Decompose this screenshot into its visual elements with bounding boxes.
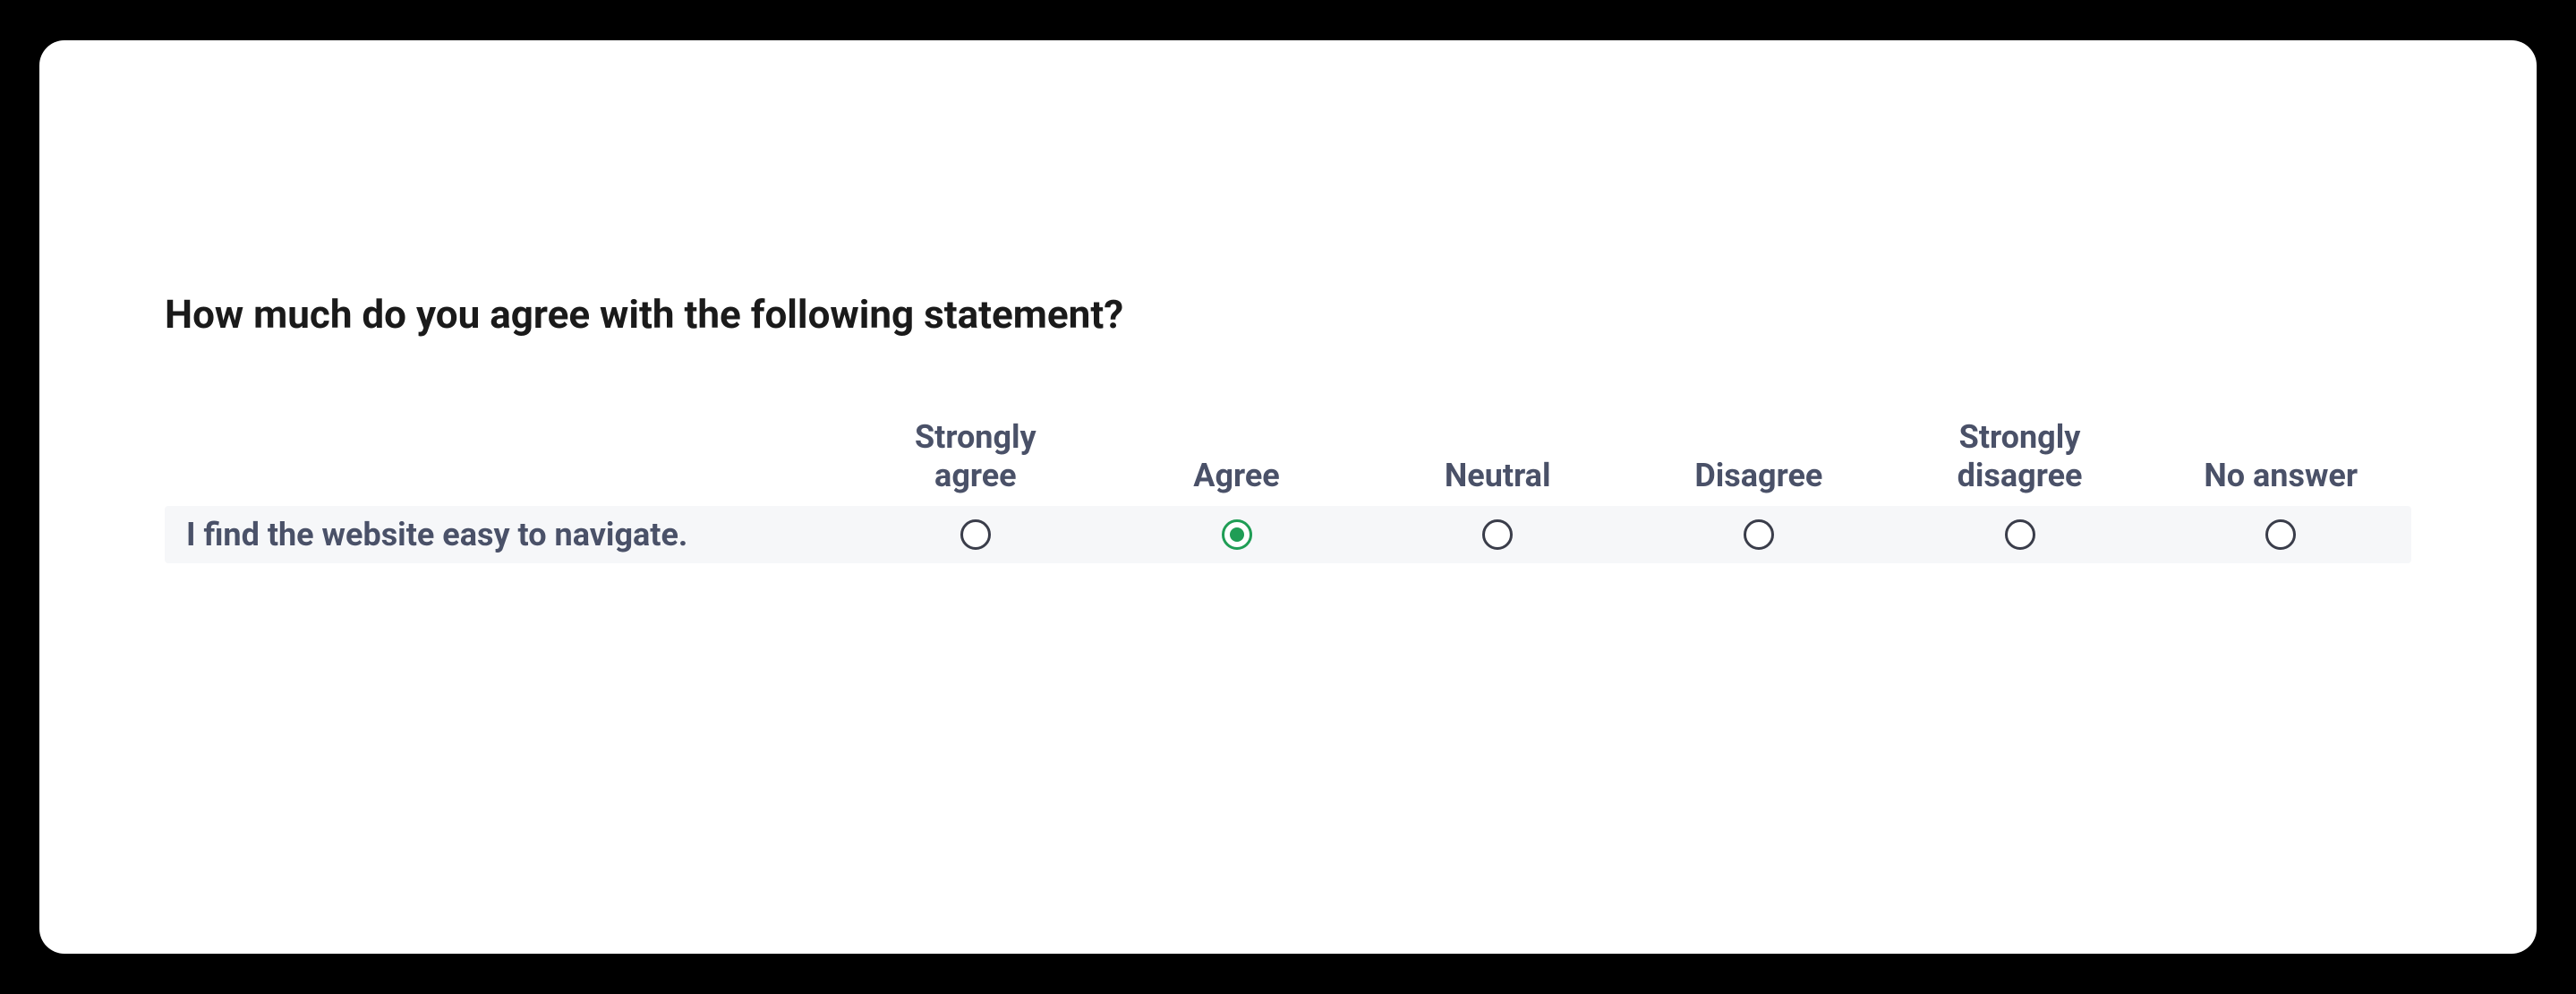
column-header-agree: Agree — [1106, 457, 1368, 495]
likert-matrix: Strongly agree Agree Neutral Disagree St… — [165, 418, 2411, 563]
matrix-row: I find the website easy to navigate. — [165, 506, 2411, 563]
column-header-disagree: Disagree — [1628, 457, 1889, 495]
radio-dot-icon — [1230, 527, 1244, 542]
column-header-label: Strongly agree — [845, 418, 1106, 495]
radio-strongly-disagree[interactable] — [2005, 519, 2035, 550]
radio-disagree[interactable] — [1744, 519, 1774, 550]
radio-strongly-agree[interactable] — [960, 519, 991, 550]
column-header-label: Strongly disagree — [1889, 418, 2151, 495]
radio-agree[interactable] — [1222, 519, 1252, 550]
column-header-neutral: Neutral — [1367, 457, 1628, 495]
column-header-label: No answer — [2150, 457, 2411, 495]
column-header-strongly-disagree: Strongly disagree — [1889, 418, 2151, 495]
column-header-label: Disagree — [1628, 457, 1889, 495]
matrix-header-row: Strongly agree Agree Neutral Disagree St… — [165, 418, 2411, 506]
radio-cell-agree — [1106, 519, 1368, 550]
radio-cell-disagree — [1628, 519, 1889, 550]
column-header-label: Neutral — [1367, 457, 1628, 495]
radio-no-answer[interactable] — [2265, 519, 2296, 550]
column-header-no-answer: No answer — [2150, 457, 2411, 495]
question-title: How much do you agree with the following… — [165, 291, 2411, 338]
radio-cell-strongly-agree — [845, 519, 1106, 550]
column-header-strongly-agree: Strongly agree — [845, 418, 1106, 495]
radio-cell-no-answer — [2150, 519, 2411, 550]
radio-cell-strongly-disagree — [1889, 519, 2151, 550]
column-header-label: Agree — [1106, 457, 1368, 495]
radio-cell-neutral — [1367, 519, 1628, 550]
radio-neutral[interactable] — [1482, 519, 1513, 550]
row-label: I find the website easy to navigate. — [165, 516, 845, 553]
survey-card: How much do you agree with the following… — [39, 40, 2537, 954]
